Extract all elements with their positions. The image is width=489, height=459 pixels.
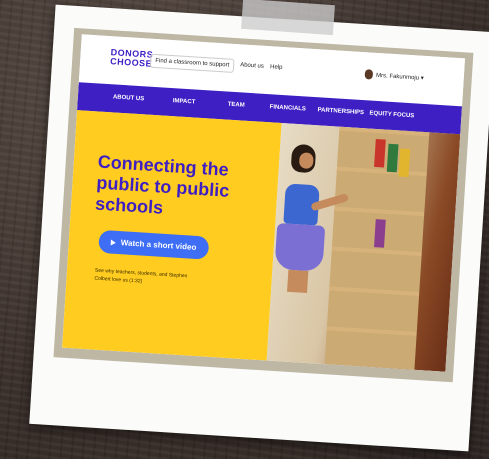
book-image — [398, 148, 411, 178]
hero-caption: See why teachers, students, and Stephen … — [94, 267, 188, 285]
user-name: Mrs. Fakunmoju ▾ — [375, 72, 424, 82]
nav-partnerships[interactable]: PARTNERSHIPS — [317, 107, 364, 116]
book-image — [374, 138, 386, 168]
girl-skirt-image — [274, 222, 326, 272]
help-link[interactable]: Help — [270, 64, 283, 71]
find-classroom-button[interactable]: Find a classroom to support — [149, 53, 235, 73]
polaroid-frame: DONORS CHOOSE Find a classroom to suppor… — [29, 4, 489, 452]
donorschoose-logo[interactable]: DONORS CHOOSE — [109, 47, 154, 69]
hero-title: Connecting the public to public schools — [94, 151, 230, 218]
play-icon — [110, 239, 116, 246]
logo-line-2: CHOOSE — [109, 56, 153, 69]
nav-equity-focus[interactable]: EQUITY FOCUS — [369, 111, 414, 120]
user-menu[interactable]: Mrs. Fakunmoju ▾ — [364, 69, 424, 83]
nav-impact[interactable]: IMPACT — [173, 98, 196, 105]
nav-financials[interactable]: FINANCIALS — [269, 104, 306, 112]
classroom-photo — [266, 123, 461, 372]
watch-video-label: Watch a short video — [120, 238, 197, 252]
monitor-screen: DONORS CHOOSE Find a classroom to suppor… — [53, 27, 474, 383]
nav-about-us[interactable]: ABOUT US — [113, 94, 145, 102]
watch-video-button[interactable]: Watch a short video — [98, 229, 210, 260]
book-image — [386, 143, 399, 173]
girl-legs-image — [287, 269, 309, 293]
book-image — [374, 219, 386, 248]
website-page: DONORS CHOOSE Find a classroom to suppor… — [62, 34, 466, 372]
about-us-link[interactable]: About us — [240, 62, 264, 69]
nav-team[interactable]: TEAM — [227, 102, 244, 109]
avatar — [364, 69, 374, 80]
hero-panel: Connecting the public to public schools … — [62, 110, 282, 361]
